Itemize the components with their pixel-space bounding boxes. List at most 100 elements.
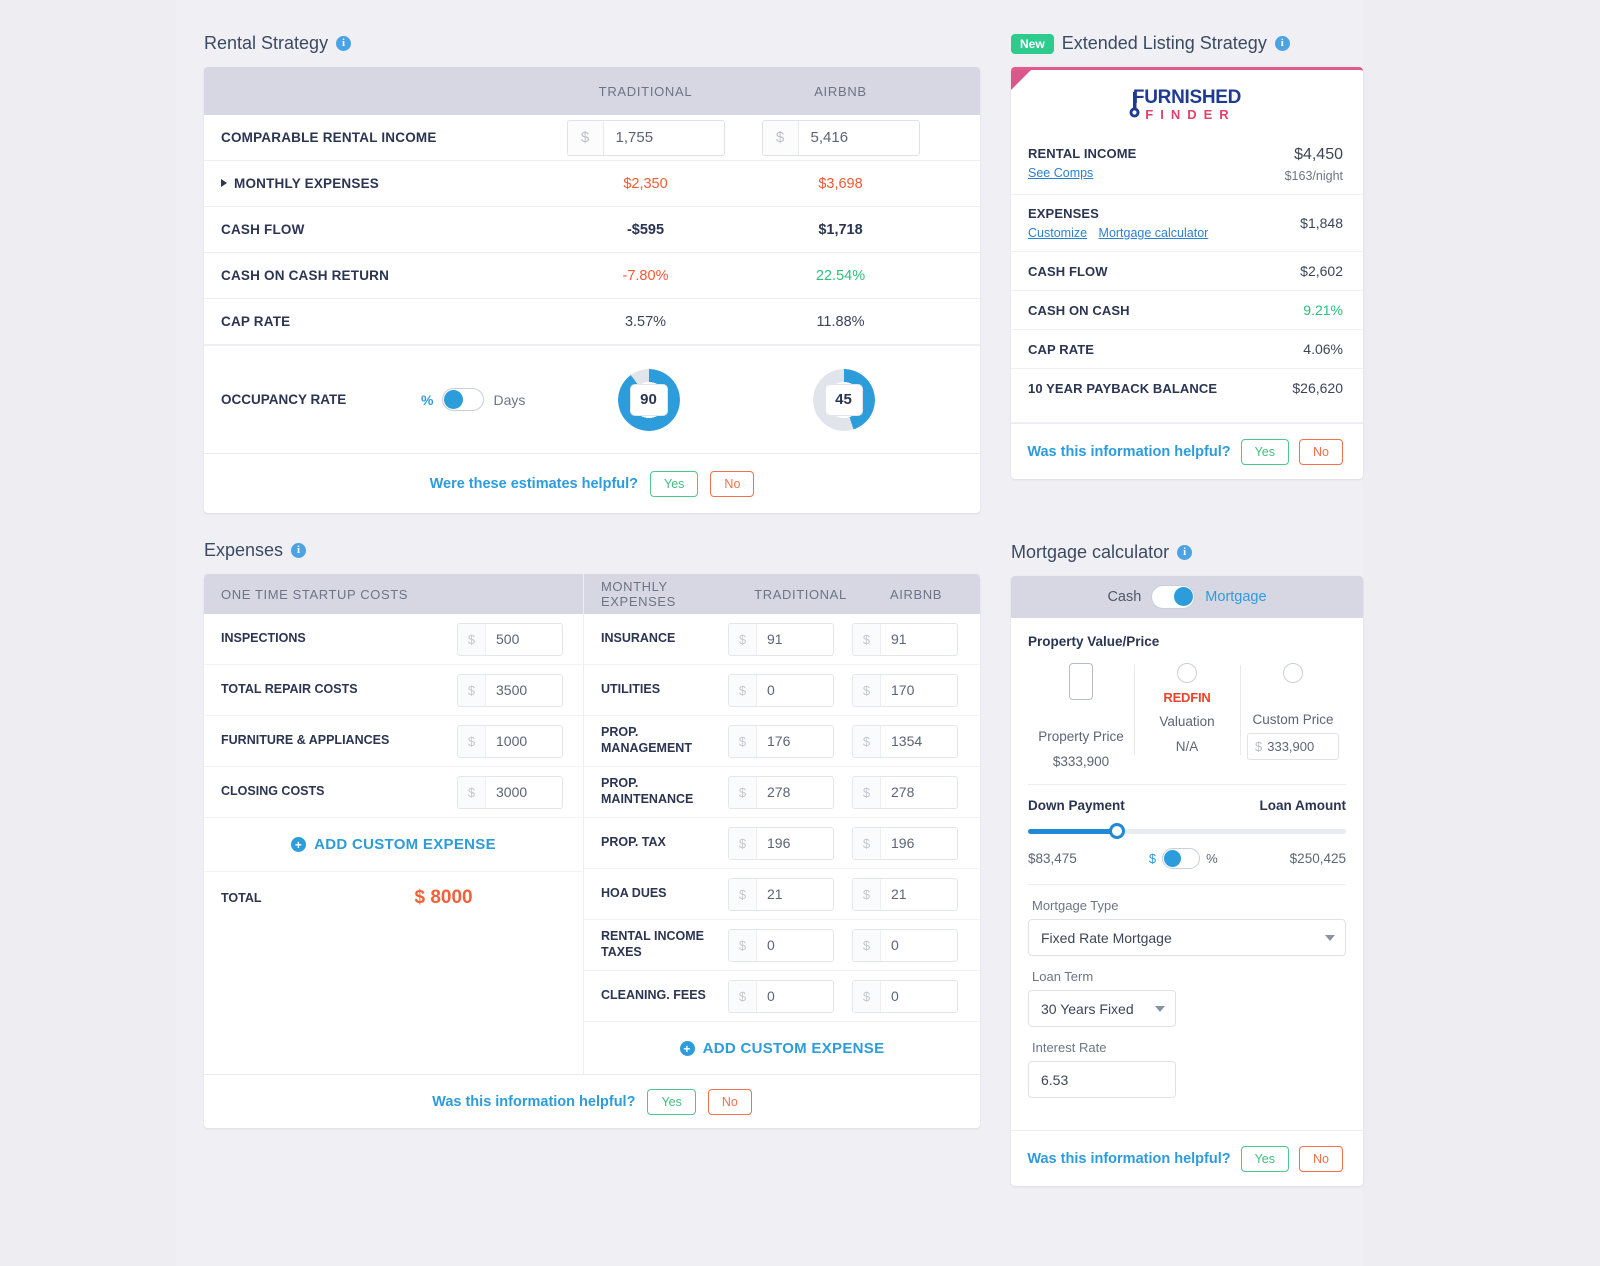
insurance-airbnb-input[interactable]: $91 — [852, 622, 958, 656]
list-item: CASH FLOW $2,602 — [1011, 252, 1363, 291]
comparable-income-traditional-cell: $ 1,755 — [548, 119, 743, 156]
insurance-traditional-input[interactable]: $91 — [728, 622, 834, 656]
select-value: Fixed Rate Mortgage — [1041, 929, 1172, 946]
prop-management-traditional-input[interactable]: $176 — [728, 724, 834, 758]
info-icon[interactable]: i — [336, 36, 352, 51]
currency-symbol: $ — [458, 725, 486, 757]
furnished-finder-logo: FURNISHED FINDER — [1011, 70, 1363, 135]
donut-value[interactable]: 45 — [824, 383, 863, 416]
mortgage-calculator-link[interactable]: Mortgage calculator — [1099, 226, 1209, 240]
cash-on-cash-airbnb: 22.54% — [815, 267, 866, 284]
occupancy-traditional-cell: 90 — [551, 368, 746, 431]
total-repair-costs-input[interactable]: $ 3500 — [457, 673, 563, 707]
currency-symbol: $ — [567, 120, 604, 155]
furniture-appliances-input[interactable]: $ 1000 — [457, 724, 563, 758]
feedback-yes-button[interactable]: Yes — [647, 1088, 696, 1115]
table-row: CLEANING. FEES $0 $0 — [584, 971, 980, 1022]
expenses-links: Customize Mortgage calculator — [1028, 226, 1216, 240]
payback-balance-value: $26,620 — [1292, 380, 1343, 396]
customize-link[interactable]: Customize — [1028, 226, 1087, 240]
percent-days-toggle[interactable] — [442, 388, 485, 411]
chevron-down-icon — [1325, 934, 1335, 941]
radio-valuation[interactable] — [1177, 663, 1197, 683]
hoa-dues-airbnb-input[interactable]: $21 — [852, 877, 958, 911]
rental-income-taxes-traditional-input[interactable]: $0 — [728, 928, 834, 962]
radio-property-price[interactable] — [1069, 663, 1093, 700]
chevron-right-icon[interactable] — [221, 179, 227, 187]
option-custom-price[interactable]: Custom Price $ 333,900 — [1240, 663, 1346, 769]
row-label-monthly-expenses[interactable]: MONTHLY EXPENSES — [221, 176, 548, 191]
input-value: 0 — [891, 988, 899, 1004]
cleaning-fees-airbnb-input[interactable]: $0 — [852, 979, 958, 1013]
closing-costs-input[interactable]: $ 3000 — [457, 775, 563, 809]
donut-value[interactable]: 90 — [629, 383, 668, 416]
currency-symbol: $ — [853, 725, 881, 757]
rental-income-taxes-airbnb-input[interactable]: $0 — [852, 928, 958, 962]
hoa-dues-traditional-input[interactable]: $21 — [728, 877, 834, 911]
currency-symbol: $ — [853, 674, 881, 706]
currency-percent-toggle[interactable]: $ % — [1149, 848, 1218, 869]
feedback-no-button[interactable]: No — [1299, 1145, 1343, 1172]
see-comps-link[interactable]: See Comps — [1028, 166, 1093, 180]
feedback-no-button[interactable]: No — [710, 470, 755, 497]
mortgage-feedback-bar: Was this information helpful? Yes No — [1011, 1130, 1363, 1186]
prop-management-airbnb-input[interactable]: $1354 — [852, 724, 958, 758]
currency-symbol: $ — [1255, 739, 1263, 754]
occupancy-airbnb-cell: 45 — [746, 368, 941, 431]
interest-rate-input[interactable]: 6.53 — [1028, 1061, 1176, 1098]
input-value: 3000 — [496, 784, 528, 800]
header-monthly-expenses: MONTHLY EXPENSES — [601, 579, 676, 609]
option-property-price[interactable]: Property Price $333,900 — [1028, 663, 1134, 769]
feedback-yes-button[interactable]: Yes — [1240, 438, 1290, 465]
expenses-feedback-bar: Was this information helpful? Yes No — [204, 1074, 980, 1128]
occupancy-unit-toggle[interactable]: % Days — [421, 388, 551, 411]
feedback-no-button[interactable]: No — [707, 1088, 752, 1115]
feedback-yes-button[interactable]: Yes — [650, 470, 699, 497]
expenses-card: ONE TIME STARTUP COSTS INSPECTIONS $ 500… — [204, 574, 980, 1128]
info-icon[interactable]: i — [1274, 36, 1290, 51]
prop-tax-traditional-input[interactable]: $196 — [728, 826, 834, 860]
list-item: 10 YEAR PAYBACK BALANCE $26,620 — [1011, 369, 1363, 423]
chevron-down-icon — [1155, 1005, 1165, 1012]
comparable-income-airbnb-input[interactable]: $ 5,416 — [761, 119, 920, 156]
down-payment-slider[interactable] — [1028, 823, 1346, 839]
comparable-income-traditional-input[interactable]: $ 1,755 — [566, 119, 725, 156]
feedback-no-button[interactable]: No — [1299, 438, 1343, 465]
cash-mortgage-toggle[interactable] — [1151, 585, 1196, 609]
custom-price-input[interactable]: $ 333,900 — [1247, 733, 1339, 760]
slider-handle[interactable] — [1109, 823, 1126, 839]
input-value: 5,416 — [810, 129, 849, 146]
cash-on-cash-traditional: -7.80% — [622, 267, 669, 284]
toggle-knob — [1164, 850, 1182, 867]
add-custom-monthly-expense-button[interactable]: + ADD CUSTOM EXPENSE — [584, 1022, 980, 1076]
table-row: COMPARABLE RENTAL INCOME $ 1,755 $ 5,416 — [204, 115, 980, 161]
prop-tax-airbnb-input[interactable]: $196 — [852, 826, 958, 860]
payback-balance-label: 10 YEAR PAYBACK BALANCE — [1028, 380, 1218, 396]
loan-term-select[interactable]: 30 Years Fixed — [1028, 990, 1176, 1027]
occupancy-airbnb-donut[interactable]: 45 — [812, 368, 875, 431]
rental-income-value-block: $4,450 $163/night — [1285, 146, 1343, 183]
inspections-input[interactable]: $ 500 — [457, 622, 563, 656]
toggle-label-cash: Cash — [1107, 589, 1142, 605]
info-icon[interactable]: i — [291, 543, 307, 558]
cleaning-fees-traditional-input[interactable]: $0 — [728, 979, 834, 1013]
occupancy-traditional-donut[interactable]: 90 — [617, 368, 680, 431]
input-value: 91 — [767, 631, 783, 647]
unit-toggle[interactable] — [1162, 848, 1201, 869]
option-valuation[interactable]: REDFIN Valuation N/A — [1134, 663, 1240, 769]
input-value: 1354 — [891, 733, 923, 749]
prop-maintenance-airbnb-input[interactable]: $278 — [852, 775, 958, 809]
mortgage-type-select[interactable]: Fixed Rate Mortgage — [1028, 919, 1346, 956]
key-icon — [1129, 92, 1140, 118]
cash-on-cash-value: 9.21% — [1303, 302, 1343, 318]
loan-term-label: Loan Term — [1032, 969, 1094, 984]
prop-maintenance-traditional-input[interactable]: $278 — [728, 775, 834, 809]
input-value: 196 — [891, 835, 915, 851]
radio-custom-price[interactable] — [1283, 663, 1303, 683]
utilities-airbnb-input[interactable]: $170 — [852, 673, 958, 707]
row-label-cash-on-cash-return: CASH ON CASH RETURN — [221, 268, 390, 283]
add-custom-startup-expense-button[interactable]: + ADD CUSTOM EXPENSE — [204, 818, 583, 872]
feedback-yes-button[interactable]: Yes — [1240, 1145, 1290, 1172]
utilities-traditional-input[interactable]: $0 — [728, 673, 834, 707]
info-icon[interactable]: i — [1177, 545, 1193, 560]
